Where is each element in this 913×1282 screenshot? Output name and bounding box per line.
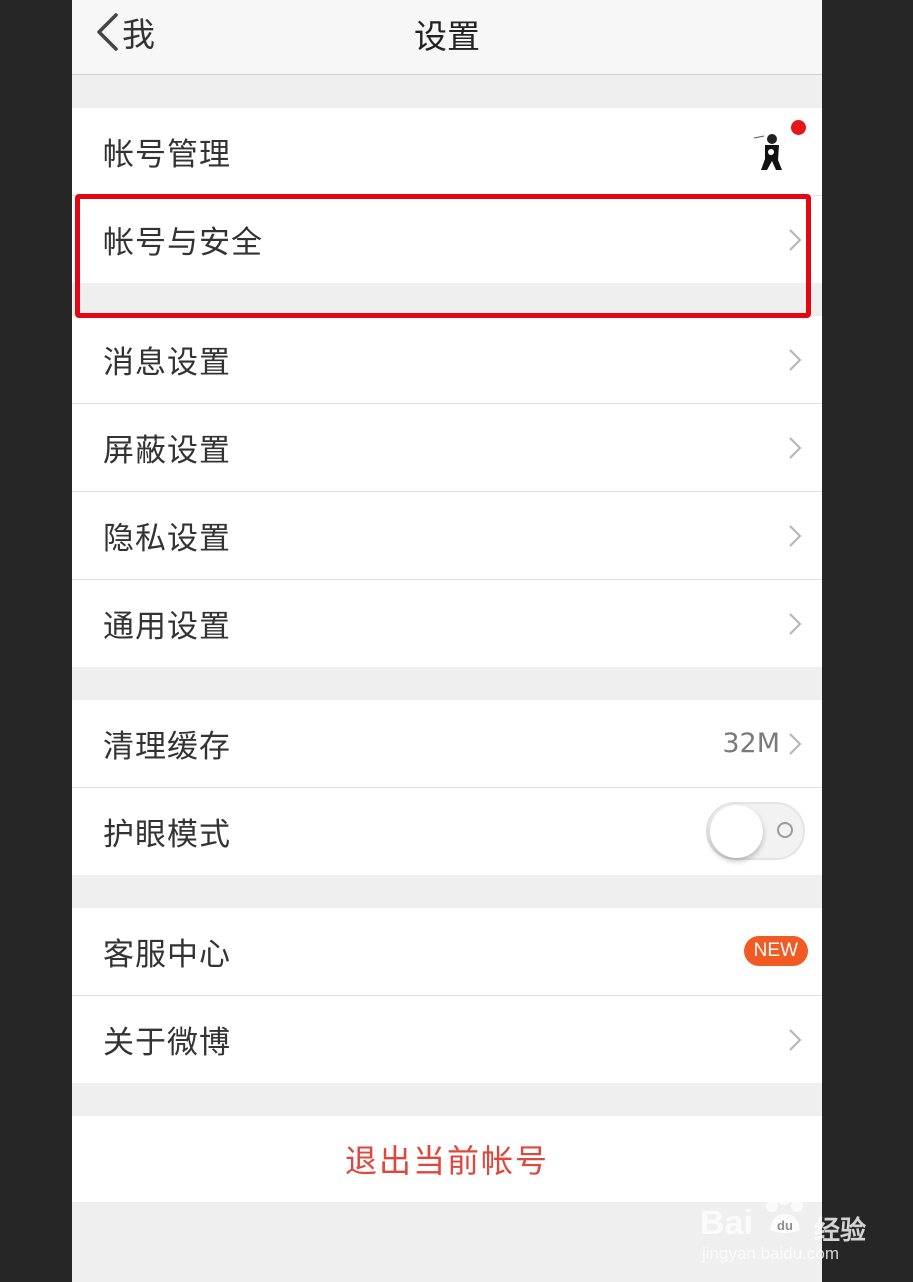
row-label: 消息设置 (103, 345, 231, 381)
customer-service-row[interactable]: 客服中心 NEW (72, 908, 822, 996)
row-label: 关于微博 (103, 1025, 231, 1061)
row-label: 屏蔽设置 (103, 433, 231, 469)
settings-group: 消息设置 屏蔽设置 隐私设置 通用设置 (72, 316, 822, 667)
notification-dot (791, 120, 806, 135)
navigation-bar: 我 设置 (72, 0, 822, 75)
chevron-right-icon (789, 1028, 802, 1051)
chevron-right-icon (789, 348, 802, 371)
account-management-row[interactable]: 帐号管理 (72, 108, 822, 196)
settings-screen: 我 设置 帐号管理 帐号与安全 消息设置 屏蔽设置 隐私设置 通用设置 清理缓存… (72, 0, 822, 1282)
eye-care-mode-row: 护眼模式 (72, 788, 822, 875)
chevron-right-icon (789, 436, 802, 459)
avatar (752, 130, 786, 174)
row-label: 护眼模式 (103, 817, 231, 853)
privacy-settings-row[interactable]: 隐私设置 (72, 492, 822, 580)
chevron-right-icon (789, 524, 802, 547)
clear-cache-row[interactable]: 清理缓存 32M (72, 700, 822, 788)
row-label: 隐私设置 (103, 521, 231, 557)
logout-button[interactable]: 退出当前帐号 (72, 1116, 822, 1202)
row-label: 通用设置 (103, 609, 231, 645)
support-group: 客服中心 NEW 关于微博 (72, 908, 822, 1083)
general-settings-row[interactable]: 通用设置 (72, 580, 822, 667)
account-group: 帐号管理 帐号与安全 (72, 108, 822, 283)
cache-size: 32M (722, 728, 780, 759)
new-badge: NEW (743, 936, 808, 966)
logout-label: 退出当前帐号 (344, 1142, 549, 1180)
about-weibo-row[interactable]: 关于微博 (72, 996, 822, 1083)
toggle-knob (710, 805, 763, 858)
row-label: 客服中心 (103, 937, 231, 973)
eye-care-toggle[interactable] (706, 802, 805, 860)
block-settings-row[interactable]: 屏蔽设置 (72, 404, 822, 492)
account-security-row[interactable]: 帐号与安全 (72, 196, 822, 283)
message-settings-row[interactable]: 消息设置 (72, 316, 822, 404)
chevron-right-icon (789, 612, 802, 635)
chevron-right-icon (789, 228, 802, 251)
row-label: 帐号与安全 (103, 225, 263, 261)
row-label: 清理缓存 (103, 729, 231, 765)
row-label: 帐号管理 (103, 137, 231, 173)
off-indicator-icon (777, 822, 793, 838)
chevron-right-icon (789, 732, 802, 755)
page-title: 设置 (414, 17, 480, 56)
tools-group: 清理缓存 32M 护眼模式 (72, 700, 822, 875)
